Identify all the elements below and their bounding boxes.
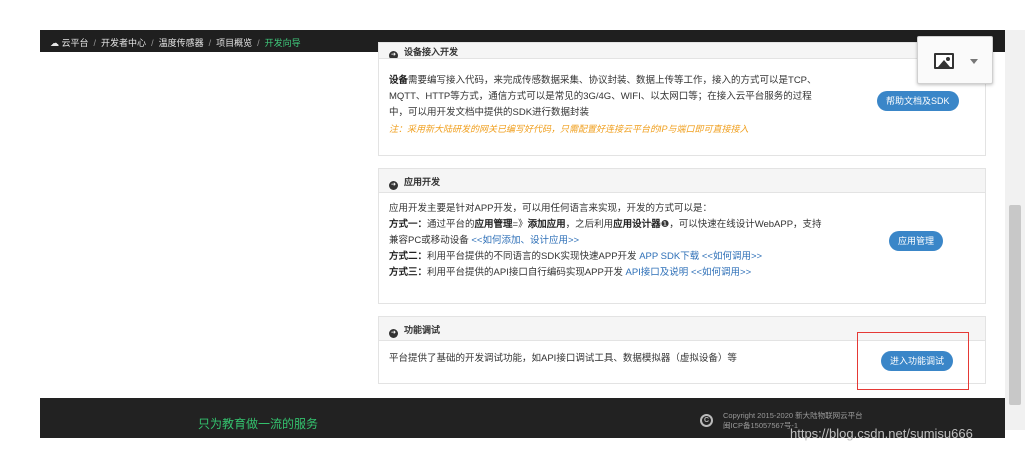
top-strip xyxy=(0,0,1025,30)
panel-title: 设备接入开发 xyxy=(404,47,459,57)
highlight-box xyxy=(857,332,969,390)
add-app-link[interactable]: 添加应用 xyxy=(528,219,566,230)
watermark: https://blog.csdn.net/sumisu666 xyxy=(790,426,973,441)
breadcrumb-item-sensor[interactable]: 温度传感器 xyxy=(159,38,204,48)
text-line: 方式二：利用平台提供的不同语言的SDK实现快速APP开发 APP SDK下载 <… xyxy=(389,251,763,262)
text-line: 设备需要编写接入代码，来完成传感数据采集、协议封装、数据上传等工作，接入的方式可… xyxy=(389,75,817,86)
how-to-call-link[interactable]: <<如何调用>> xyxy=(691,267,751,278)
text-line: 兼容PC或移动设备 <<如何添加、设计应用>> xyxy=(389,235,580,246)
image-icon xyxy=(934,53,954,69)
note-text: 注：采用新大陆研发的网关已编写好代码，只需配置好连接云平台的IP与端口即可直接接… xyxy=(389,124,749,134)
footer-slogan: 只为教育做一流的服务 xyxy=(198,417,319,431)
copyright-icon: C xyxy=(700,414,713,427)
panel-body: 设备需要编写接入代码，来完成传感数据采集、协议封装、数据上传等工作，接入的方式可… xyxy=(379,73,985,137)
device-panel: ➜ 设备接入开发 设备需要编写接入代码，来完成传感数据采集、协议封装、数据上传等工… xyxy=(378,42,986,156)
breadcrumb: ☁ 云平台 / 开发者中心 / 温度传感器 / 项目概览 / 开发向导 xyxy=(50,38,301,48)
app-sdk-download-link[interactable]: APP SDK下载 xyxy=(639,251,699,262)
panel-title: 应用开发 xyxy=(404,177,441,187)
caret-down-icon xyxy=(970,59,978,64)
app-panel: ➜ 应用开发 应用开发主要是针对APP开发，可以用任何语言来实现，开发的方式可以是… xyxy=(378,168,986,304)
circle-arrow-icon: ➜ xyxy=(389,329,398,338)
how-to-call-link[interactable]: <<如何调用>> xyxy=(702,251,762,262)
breadcrumb-item-developer[interactable]: 开发者中心 xyxy=(101,38,146,48)
text-line: 应用开发主要是针对APP开发，可以用任何语言来实现，开发的方式可以是： xyxy=(389,203,713,214)
panel-body: 应用开发主要是针对APP开发，可以用任何语言来实现，开发的方式可以是： 方式一：… xyxy=(379,193,985,289)
panel-title: 功能调试 xyxy=(404,325,441,335)
info-icon: ❶ xyxy=(660,219,670,230)
image-dropdown[interactable] xyxy=(917,36,993,84)
app-management-button[interactable]: 应用管理 xyxy=(889,231,944,251)
scrollbar-thumb[interactable] xyxy=(1009,205,1021,405)
circle-arrow-icon: ➜ xyxy=(389,181,398,190)
breadcrumb-item-guide: 开发向导 xyxy=(264,38,301,48)
text-line: 方式一：通过平台的应用管理=》添加应用，之后利用应用设计器❶，可以快速在线设计W… xyxy=(389,219,822,230)
scrollbar[interactable] xyxy=(1005,30,1025,430)
cloud-icon: ☁ xyxy=(50,38,59,48)
circle-arrow-icon: ➜ xyxy=(389,51,398,58)
breadcrumb-item-overview[interactable]: 项目概览 xyxy=(216,38,252,48)
text-line: 方式三：利用平台提供的API接口自行编码实现APP开发 API接口及说明 <<如… xyxy=(389,267,752,278)
how-to-add-app-link[interactable]: <<如何添加、设计应用>> xyxy=(471,235,579,246)
panel-header: ➜ 设备接入开发 xyxy=(379,43,985,59)
api-docs-link[interactable]: API接口及说明 xyxy=(625,267,688,278)
breadcrumb-item-platform[interactable]: 云平台 xyxy=(62,38,89,48)
panel-header: ➜ 应用开发 xyxy=(379,169,985,193)
sdk-docs-button[interactable]: 帮助文档及SDK xyxy=(877,91,959,111)
app-management-link[interactable]: 应用管理 xyxy=(475,219,513,230)
